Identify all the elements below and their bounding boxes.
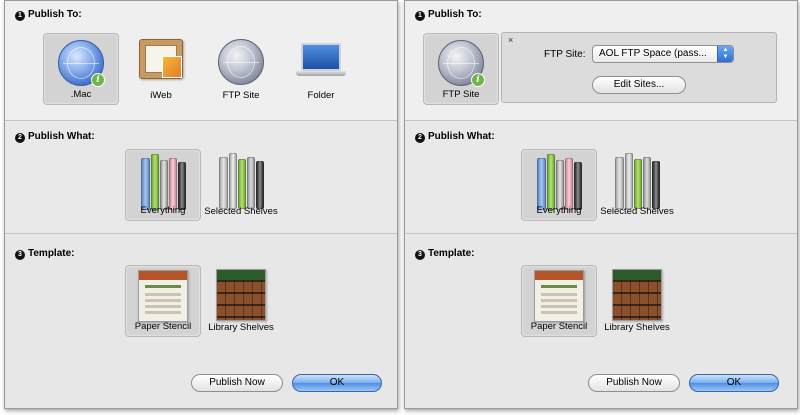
library-shelves-template-icon xyxy=(216,269,266,321)
publish-now-button[interactable]: Publish Now xyxy=(588,374,680,392)
ftp-site-label: FTP Site: xyxy=(544,49,586,60)
publish-what-selected-shelves[interactable]: Selected Shelves xyxy=(599,149,675,221)
step-2-badge: 2 xyxy=(415,133,425,143)
publish-what-heading: 2 Publish What: xyxy=(15,131,95,143)
step-2-badge: 2 xyxy=(15,133,25,143)
ftp-globe-icon: i xyxy=(438,40,485,87)
ftp-site-select[interactable]: AOL FTP Space (pass... ▲ ▼ xyxy=(592,45,734,63)
books-everything-icon xyxy=(137,154,189,210)
template-library-shelves[interactable]: Library Shelves xyxy=(599,265,675,337)
publish-to-ftp-site[interactable]: FTP Site xyxy=(203,33,279,105)
ftp-settings-panel: × FTP Site: AOL FTP Space (pass... ▲ ▼ Ed… xyxy=(501,32,777,103)
library-shelves-template-icon xyxy=(612,269,662,321)
mac-globe-icon: i xyxy=(58,40,105,87)
publish-to-heading: 1 Publish To: xyxy=(415,9,482,21)
publish-what-everything[interactable]: Everything xyxy=(125,149,201,221)
step-1-badge: 1 xyxy=(15,11,25,21)
publish-to-section: 1 Publish To: i FTP Site × FTP Site: AOL … xyxy=(405,1,797,121)
laptop-folder-icon xyxy=(296,39,346,79)
publish-what-section: 2 Publish What: Everything Selected Shelv… xyxy=(405,121,797,234)
publish-what-everything[interactable]: Everything xyxy=(521,149,597,221)
chevron-updown-icon: ▲ ▼ xyxy=(717,46,733,62)
step-3-badge: 3 xyxy=(415,250,425,260)
publish-what-heading: 2 Publish What: xyxy=(415,131,495,143)
publish-to-section: 1 Publish To: i .Mac iWeb FTP Site Folder xyxy=(5,1,397,121)
books-everything-icon xyxy=(533,154,585,210)
step-1-badge: 1 xyxy=(415,11,425,21)
edit-sites-button[interactable]: Edit Sites... xyxy=(592,76,686,94)
template-paper-stencil[interactable]: Paper Stencil xyxy=(125,265,201,337)
publish-to-iweb[interactable]: iWeb xyxy=(123,33,199,105)
step-3-badge: 3 xyxy=(15,250,25,260)
publish-now-button[interactable]: Publish Now xyxy=(191,374,283,392)
publish-what-selected-shelves[interactable]: Selected Shelves xyxy=(203,149,279,221)
ok-button[interactable]: OK xyxy=(689,374,779,392)
books-selected-icon xyxy=(215,153,267,209)
paper-stencil-template-icon xyxy=(534,270,584,322)
close-icon[interactable]: × xyxy=(508,35,513,45)
paper-stencil-template-icon xyxy=(138,270,188,322)
ok-button[interactable]: OK xyxy=(292,374,382,392)
template-heading: 3 Template: xyxy=(415,248,475,260)
template-paper-stencil[interactable]: Paper Stencil xyxy=(521,265,597,337)
template-library-shelves[interactable]: Library Shelves xyxy=(203,265,279,337)
ftp-globe-icon xyxy=(218,39,264,85)
publish-to-ftp-site[interactable]: i FTP Site xyxy=(423,33,499,105)
publish-to-mac[interactable]: i .Mac xyxy=(43,33,119,105)
publish-dialog-right: 1 Publish To: i FTP Site × FTP Site: AOL … xyxy=(404,0,798,409)
publish-to-heading: 1 Publish To: xyxy=(15,9,82,21)
template-heading: 3 Template: xyxy=(15,248,75,260)
publish-dialog-left: 1 Publish To: i .Mac iWeb FTP Site Folder… xyxy=(4,0,398,409)
publish-what-section: 2 Publish What: Everything Selected Shelv… xyxy=(5,121,397,234)
iweb-icon xyxy=(139,39,183,79)
publish-to-folder[interactable]: Folder xyxy=(283,33,359,105)
books-selected-icon xyxy=(611,153,663,209)
